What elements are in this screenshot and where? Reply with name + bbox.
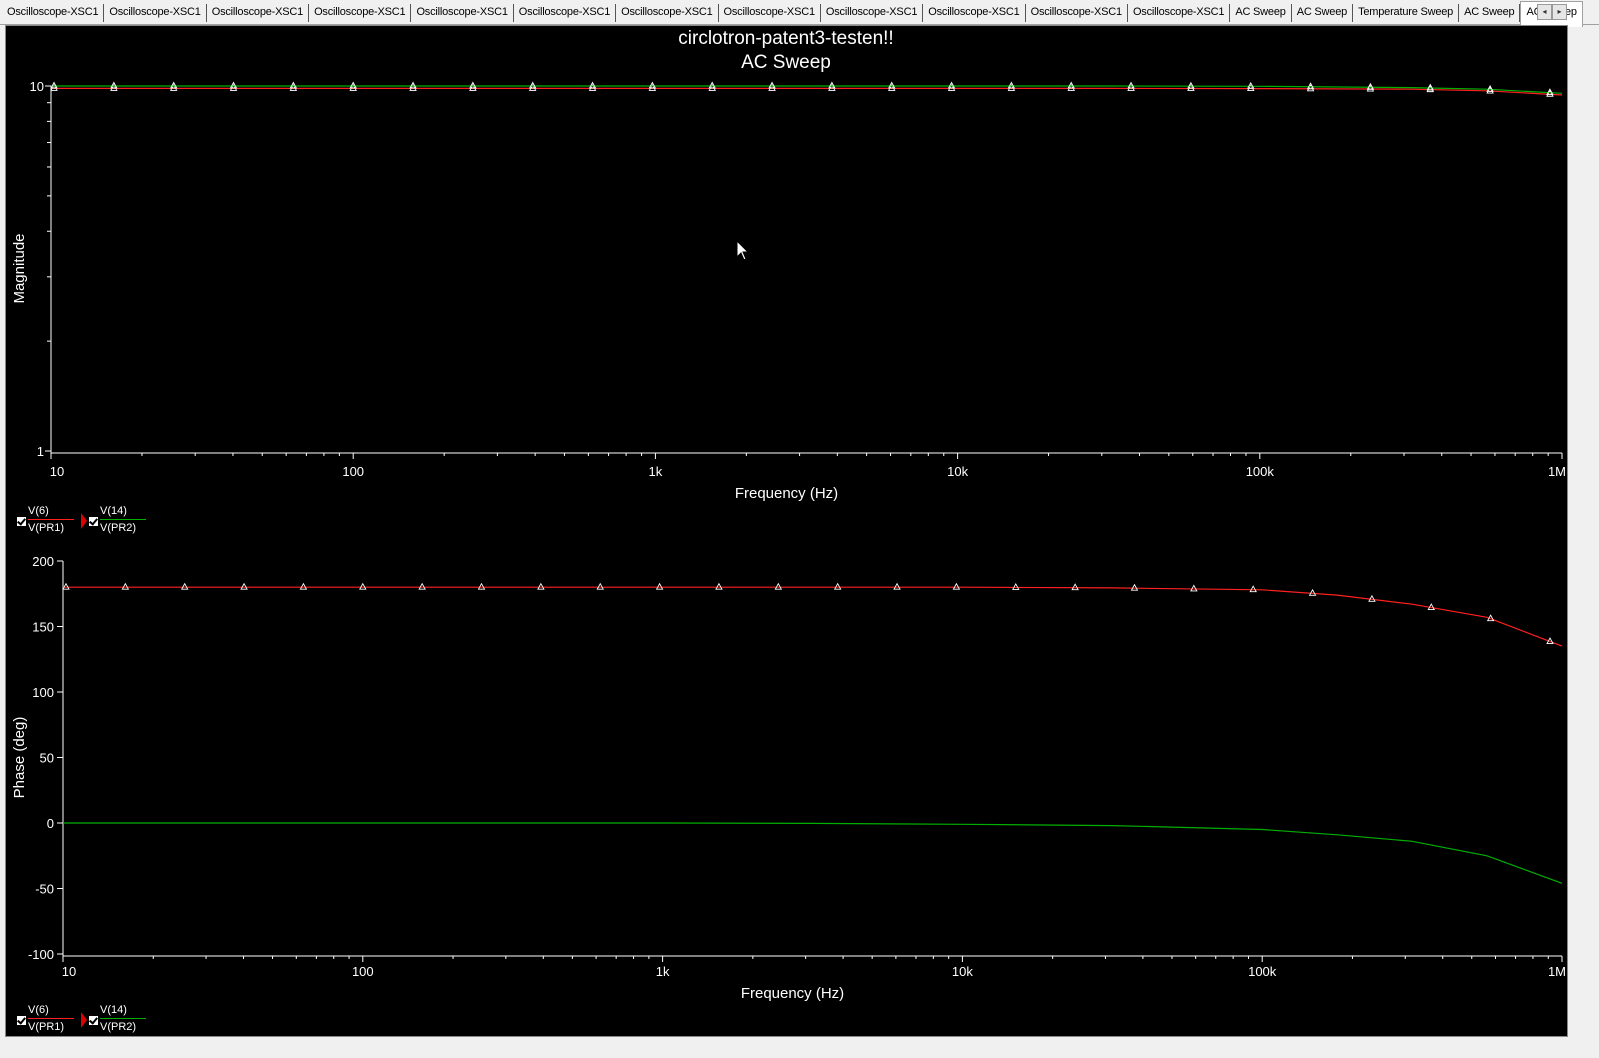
data-point-marker [359,582,367,590]
y-tick-label: 10 [30,79,44,94]
tab-oscilloscope-xsc1[interactable]: Oscilloscope-XSC1 [514,4,617,22]
data-point-marker [240,582,248,590]
tab-oscilloscope-xsc1[interactable]: Oscilloscope-XSC1 [2,4,105,22]
legend-checkbox[interactable] [16,516,27,527]
tab-oscilloscope-xsc1[interactable]: Oscilloscope-XSC1 [309,4,412,22]
x-tick-label: 100k [1246,464,1275,479]
x-tick-label: 1M [1548,964,1566,979]
tab-strip: Oscilloscope-XSC1 Oscilloscope-XSC1 Oscill… [2,1,1583,27]
chart-subtitle: AC Sweep [741,52,831,73]
series-line-v6 [63,586,1563,647]
data-point-marker [596,582,605,590]
data-point-marker [1366,82,1375,90]
legend-label: V(PR1) [28,1021,65,1033]
grapher-plot-area[interactable]: circlotron-patent3-testen!! AC Sweep 10 100… [5,25,1568,1037]
legend-swatch [28,519,74,520]
legend-swatch [28,1018,74,1019]
data-point-marker [537,582,545,590]
x-tick-label: 1k [649,464,663,479]
tab-oscilloscope-xsc1[interactable]: Oscilloscope-XSC1 [616,4,719,22]
y-axis-label: Phase (deg) [11,717,28,799]
active-trace-marker-icon [81,513,87,529]
legend-label: V(PR2) [100,1021,137,1033]
data-point-marker [1308,588,1317,596]
x-tick-label: 10k [947,464,968,479]
tab-ac-sweep[interactable]: AC Sweep [1230,4,1292,22]
tab-bar: Oscilloscope-XSC1 Oscilloscope-XSC1 Oscill… [0,0,1599,27]
legend-label: V(6) [28,505,49,517]
y-tick-label: -50 [35,882,54,897]
y-tick-label: 200 [32,554,54,569]
x-tick-label: 10 [62,964,76,979]
legend-label: V(6) [28,1004,49,1016]
x-tick-label: 1M [1548,464,1566,479]
data-point-marker [62,582,70,590]
chart-title: circlotron-patent3-testen!! [678,28,893,49]
x-tick-label: 100 [352,964,374,979]
tab-oscilloscope-xsc1[interactable]: Oscilloscope-XSC1 [1026,4,1128,22]
data-point-marker [1071,583,1079,591]
tab-ac-sweep[interactable]: AC Sweep [1292,4,1354,22]
legend-swatch [100,1018,146,1019]
x-axis-label: Frequency (Hz) [735,485,838,502]
data-point-marker [180,582,189,590]
x-tick-label: 10 [50,464,64,479]
data-point-marker [1130,583,1139,591]
legend-label: V(PR2) [100,522,137,534]
x-tick-label: 100 [342,464,364,479]
tab-scroll-left-button[interactable]: ◂ [1537,4,1552,20]
x-tick-label: 100k [1248,964,1277,979]
tab-oscilloscope-xsc1[interactable]: Oscilloscope-XSC1 [719,4,821,22]
y-tick-label: 0 [47,816,54,831]
x-tick-label: 10k [952,964,973,979]
data-point-marker [833,582,842,590]
data-point-marker [655,582,664,590]
active-trace-marker-icon [81,1012,87,1028]
data-point-marker [893,582,901,590]
tab-oscilloscope-xsc1[interactable]: Oscilloscope-XSC1 [1128,4,1231,22]
data-point-marker [299,582,308,590]
tab-oscilloscope-xsc1[interactable]: Oscilloscope-XSC1 [411,4,514,22]
series-line-v14 [51,85,1563,94]
tab-ac-sweep[interactable]: AC Sweep [1459,4,1521,22]
legend-checkbox[interactable] [88,1015,99,1026]
legend-swatch [100,519,146,520]
tab-scroll-right-button[interactable]: ▸ [1552,4,1567,20]
data-point-marker [952,582,961,590]
series-line-v6 [51,87,1563,96]
legend-label: V(PR1) [28,522,65,534]
data-point-marker [715,582,723,590]
data-point-marker [1012,582,1020,590]
tab-oscilloscope-xsc1[interactable]: Oscilloscope-XSC1 [104,4,207,22]
data-point-marker [477,582,486,590]
legend-checkbox[interactable] [88,516,99,527]
legend-checkbox[interactable] [16,1015,27,1026]
legend-label: V(14) [100,505,127,517]
y-tick-label: 150 [32,620,54,635]
y-tick-label: 100 [32,685,54,700]
mouse-cursor-icon [736,240,750,261]
y-tick-label: 1 [37,444,44,459]
y-tick-label: -100 [28,947,54,962]
tab-oscilloscope-xsc1[interactable]: Oscilloscope-XSC1 [923,4,1026,22]
legend-label: V(14) [100,1004,127,1016]
x-axis-label: Frequency (Hz) [741,985,844,1002]
data-point-marker [1249,585,1257,593]
series-line-v14 [63,822,1563,884]
tab-oscilloscope-xsc1[interactable]: Oscilloscope-XSC1 [821,4,924,22]
y-tick-label: 50 [40,751,54,766]
tab-temperature-sweep[interactable]: Temperature Sweep [1353,4,1460,22]
data-point-marker [418,582,426,590]
data-point-marker [1190,584,1198,592]
ac-sweep-graph: circlotron-patent3-testen!!AC Sweep10 100… [11,28,1566,1002]
y-axis-label: Magnitude [11,233,28,303]
tab-oscilloscope-xsc1[interactable]: Oscilloscope-XSC1 [207,4,310,22]
data-point-marker [774,582,783,590]
x-tick-label: 1k [656,964,670,979]
data-point-marker [121,582,130,590]
